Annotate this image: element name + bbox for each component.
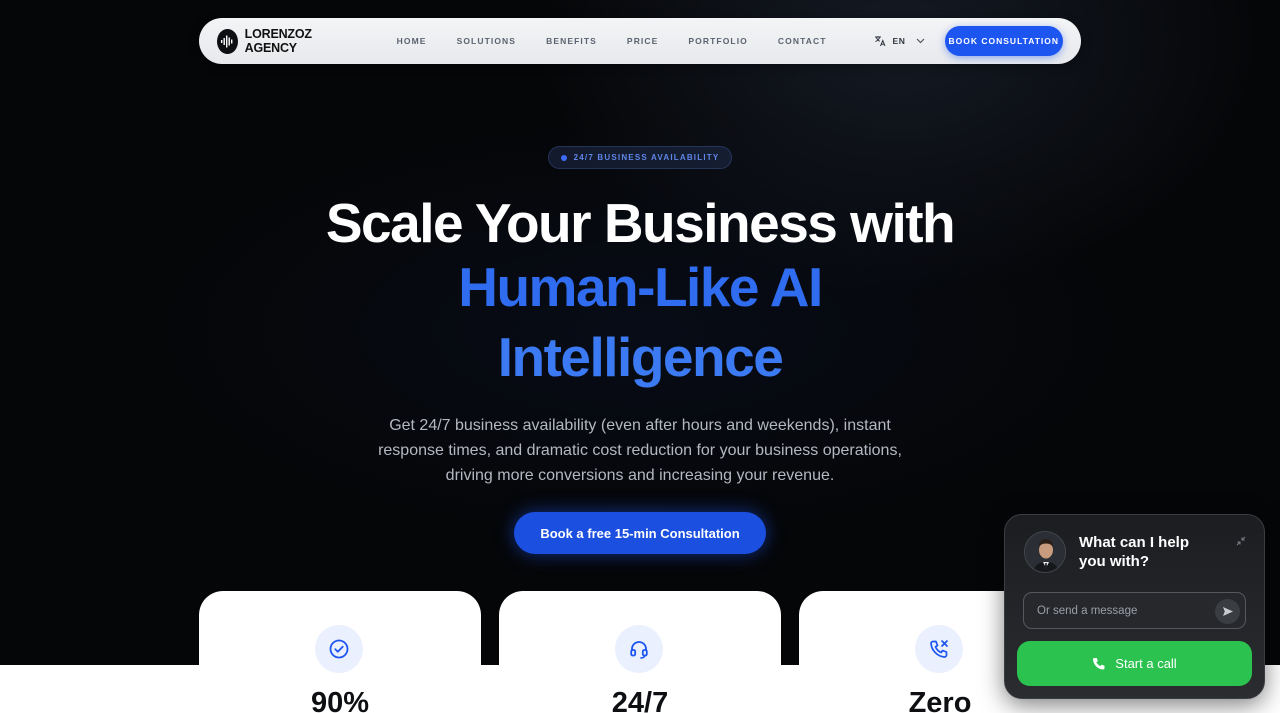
nav-link-solutions[interactable]: SOLUTIONS (442, 36, 532, 46)
start-call-label: Start a call (1115, 656, 1177, 671)
nav-link-price[interactable]: PRICE (612, 36, 673, 46)
badge-dot (560, 154, 567, 161)
hero-title-line-1: Scale Your Business with (325, 192, 956, 254)
stat-value: 90% (310, 687, 370, 713)
stat-card: 90% (199, 591, 481, 713)
availability-badge: 24/7 BUSINESS AVAILABILITY (548, 146, 732, 169)
nav-link-home[interactable]: HOME (382, 36, 442, 46)
chat-widget: What can I help you with? Or send a mess… (1004, 514, 1265, 699)
chat-title: What can I help you with? (1079, 534, 1190, 570)
navbar: LORENZOZ AGENCY HOME SOLUTIONS BENEFITS … (199, 18, 1081, 64)
nav-link-portfolio[interactable]: PORTFOLIO (673, 36, 762, 46)
agent-avatar (1024, 531, 1066, 573)
soundwave-icon (217, 28, 238, 54)
badge-label: 24/7 BUSINESS AVAILABILITY (573, 153, 720, 162)
minimize-icon[interactable] (1236, 533, 1246, 551)
hero-title-line-3: Intelligence (497, 326, 784, 388)
phone-missed-icon (915, 625, 963, 673)
translate-icon (874, 36, 885, 47)
chevron-down-icon (916, 38, 924, 44)
brand-logo[interactable]: LORENZOZ AGENCY (217, 27, 346, 55)
language-selector[interactable]: EN (874, 35, 925, 47)
book-consultation-button[interactable]: BOOK CONSULTATION (944, 26, 1063, 56)
nav-links: HOME SOLUTIONS BENEFITS PRICE PORTFOLIO … (382, 36, 842, 46)
chat-input-placeholder: Or send a message (1037, 604, 1138, 617)
start-call-button[interactable]: Start a call (1017, 641, 1252, 686)
nav-link-benefits[interactable]: BENEFITS (531, 36, 612, 46)
brand-name: LORENZOZ AGENCY (244, 27, 312, 55)
send-icon[interactable] (1215, 599, 1240, 624)
language-label: EN (892, 36, 906, 46)
phone-icon (1093, 657, 1105, 669)
check-circle-icon (315, 625, 363, 673)
hero-subtitle: Get 24/7 business availability (even aft… (378, 417, 902, 484)
stat-value: 24/7 (611, 687, 669, 713)
hero-title-line-2: Human-Like AI (458, 256, 823, 318)
stat-card: 24/7 (499, 591, 781, 713)
chat-message-input[interactable]: Or send a message (1023, 592, 1246, 629)
free-consultation-button[interactable]: Book a free 15-min Consultation (514, 512, 766, 554)
nav-link-contact[interactable]: CONTACT (763, 36, 842, 46)
headset-icon (615, 625, 663, 673)
